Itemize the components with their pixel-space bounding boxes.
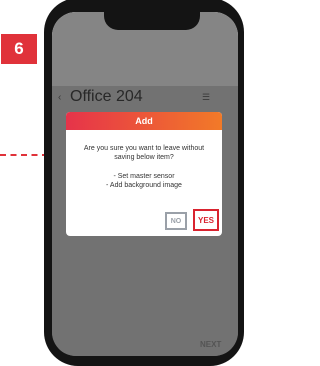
dialog-item: - Add background image xyxy=(106,182,182,189)
dialog-message: Are you sure you want to leave without s… xyxy=(83,145,205,161)
confirm-dialog: Add Are you sure you want to leave witho… xyxy=(66,112,222,236)
phone-notch xyxy=(104,8,200,30)
dialog-item: - Set master sensor xyxy=(113,173,175,180)
step-number-badge: 6 xyxy=(1,34,37,64)
dialog-title: Add xyxy=(66,112,222,130)
callout-line xyxy=(0,154,48,156)
no-button[interactable]: NO xyxy=(165,212,187,230)
yes-button[interactable]: YES xyxy=(193,209,219,231)
dialog-item-list: - Set master sensor - Add background ima… xyxy=(74,172,214,190)
